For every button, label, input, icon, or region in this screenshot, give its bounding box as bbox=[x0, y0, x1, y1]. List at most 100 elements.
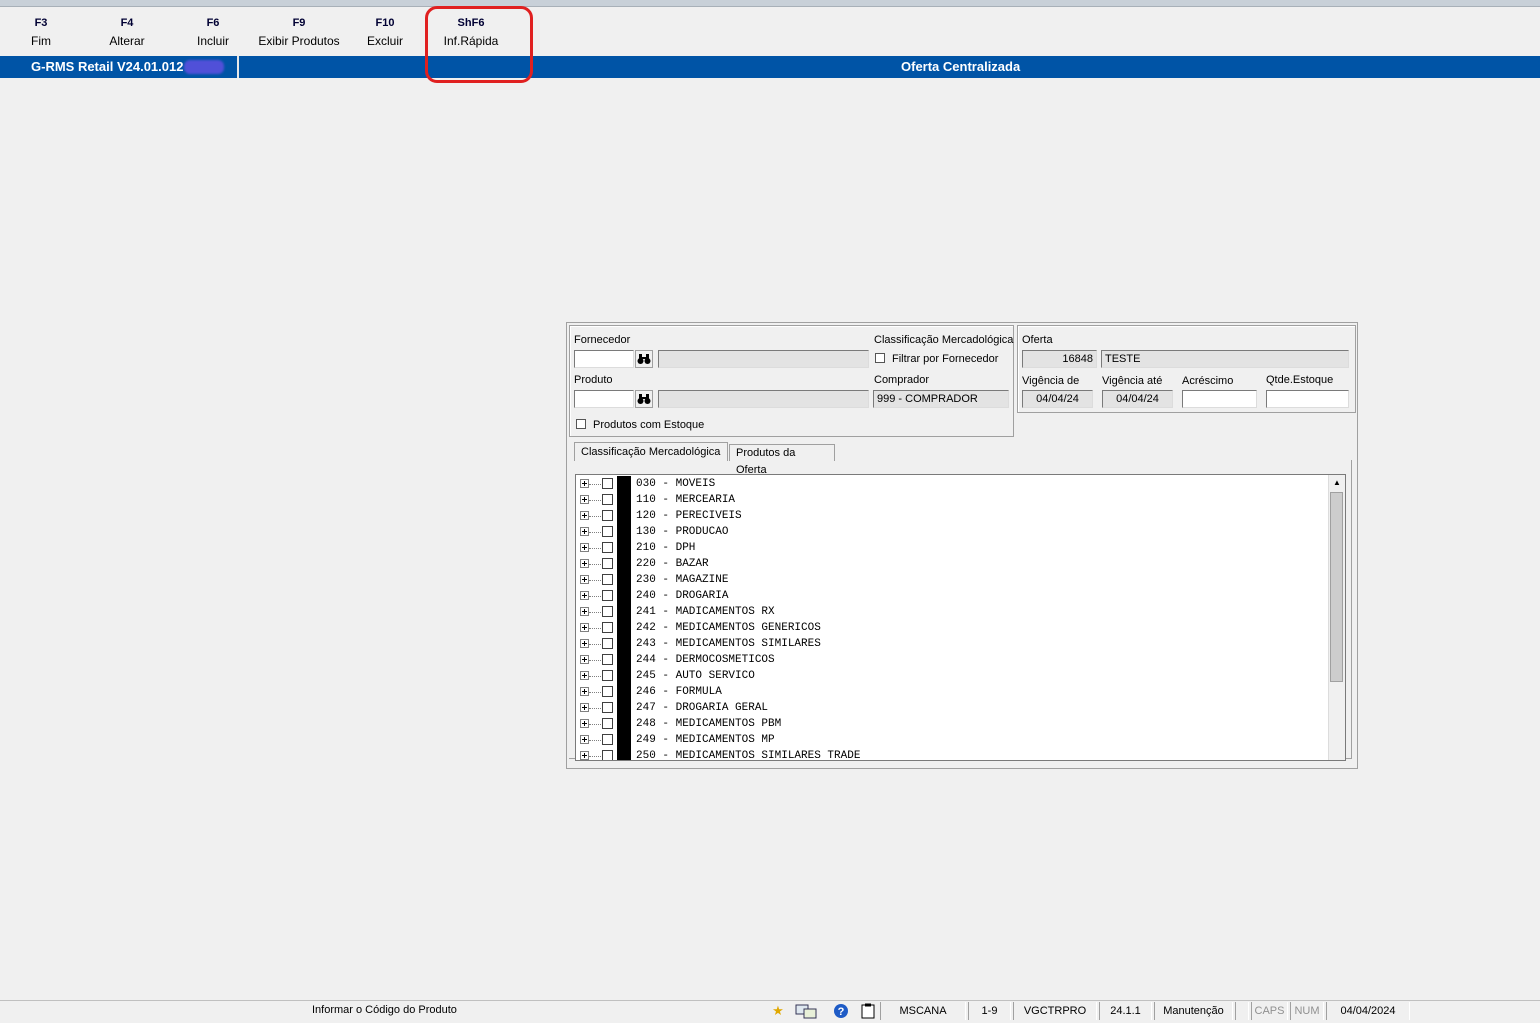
expand-icon[interactable] bbox=[580, 751, 589, 760]
tree-node[interactable]: 246 - FORMULA bbox=[576, 684, 1328, 700]
expand-icon[interactable] bbox=[580, 735, 589, 744]
tree-connector bbox=[589, 596, 601, 597]
f9-exibir-produtos-button[interactable]: F9 Exibir Produtos bbox=[256, 14, 342, 50]
status-message: Informar o Código do Produto bbox=[312, 1004, 457, 1016]
screen-title: Oferta Centralizada bbox=[901, 59, 1021, 74]
tree-node-checkbox[interactable] bbox=[602, 670, 613, 681]
tree-node[interactable]: 247 - DROGARIA GERAL bbox=[576, 700, 1328, 716]
expand-icon[interactable] bbox=[580, 623, 589, 632]
produtos-estoque-label: Produtos com Estoque bbox=[593, 419, 705, 431]
tree-connector bbox=[589, 644, 601, 645]
tree-node[interactable]: 120 - PERECIVEIS bbox=[576, 508, 1328, 524]
expand-icon[interactable] bbox=[580, 559, 589, 568]
tree-node[interactable]: 110 - MERCEARIA bbox=[576, 492, 1328, 508]
star-icon[interactable]: ★ bbox=[769, 1003, 787, 1019]
tree-node-checkbox[interactable] bbox=[602, 718, 613, 729]
tree-node-checkbox[interactable] bbox=[602, 478, 613, 489]
tree-node[interactable]: 220 - BAZAR bbox=[576, 556, 1328, 572]
expand-icon[interactable] bbox=[580, 655, 589, 664]
expand-icon[interactable] bbox=[580, 687, 589, 696]
comprador-field: 999 - COMPRADOR bbox=[873, 390, 1009, 408]
tree-node-checkbox[interactable] bbox=[602, 654, 613, 665]
tree-node[interactable]: 244 - DERMOCOSMETICOS bbox=[576, 652, 1328, 668]
tree-node[interactable]: 030 - MOVEIS bbox=[576, 476, 1328, 492]
fornecedor-search-button[interactable] bbox=[635, 350, 653, 368]
acrescimo-input[interactable] bbox=[1182, 390, 1257, 408]
tree-node[interactable]: 248 - MEDICAMENTOS PBM bbox=[576, 716, 1328, 732]
help-icon[interactable]: ? bbox=[832, 1003, 850, 1019]
tree-node-checkbox[interactable] bbox=[602, 590, 613, 601]
expand-icon[interactable] bbox=[580, 639, 589, 648]
expand-icon[interactable] bbox=[580, 703, 589, 712]
tree-connector bbox=[589, 612, 601, 613]
shf6-inf-rapida-button[interactable]: ShF6 Inf.Rápida bbox=[428, 14, 514, 50]
produto-code-input[interactable] bbox=[574, 390, 634, 408]
tree-node-checkbox[interactable] bbox=[602, 510, 613, 521]
tree-node[interactable]: 249 - MEDICAMENTOS MP bbox=[576, 732, 1328, 748]
tree-node[interactable]: 243 - MEDICAMENTOS SIMILARES bbox=[576, 636, 1328, 652]
tree-node-checkbox[interactable] bbox=[602, 750, 613, 760]
tree-node-label: 241 - MADICAMENTOS RX bbox=[636, 606, 775, 618]
tree-node-label: 250 - MEDICAMENTOS SIMILARES TRADE bbox=[636, 750, 861, 761]
expand-icon[interactable] bbox=[580, 511, 589, 520]
f10-excluir-button[interactable]: F10 Excluir bbox=[342, 14, 428, 50]
tree-node-checkbox[interactable] bbox=[602, 734, 613, 745]
expand-icon[interactable] bbox=[580, 671, 589, 680]
classificacao-tree[interactable]: 030 - MOVEIS 110 - MERCEARIA 120 - PERECIV… bbox=[575, 474, 1346, 761]
node-color-block bbox=[617, 620, 631, 636]
expand-icon[interactable] bbox=[580, 495, 589, 504]
clipboard-icon[interactable] bbox=[859, 1003, 877, 1019]
tree-connector bbox=[589, 484, 601, 485]
f6-incluir-button[interactable]: F6 Incluir bbox=[170, 14, 256, 50]
tree-node[interactable]: 242 - MEDICAMENTOS GENERICOS bbox=[576, 620, 1328, 636]
tree-node-label: 110 - MERCEARIA bbox=[636, 494, 736, 506]
tree-node-checkbox[interactable] bbox=[602, 686, 613, 697]
tree-node[interactable]: 210 - DPH bbox=[576, 540, 1328, 556]
tab-classificacao-mercadologica[interactable]: Classificação Mercadológica bbox=[574, 442, 728, 461]
produto-search-button[interactable] bbox=[635, 390, 653, 408]
tree-node[interactable]: 130 - PRODUCAO bbox=[576, 524, 1328, 540]
oferta-label: Oferta bbox=[1022, 334, 1053, 346]
expand-icon[interactable] bbox=[580, 527, 589, 536]
fornecedor-code-input[interactable] bbox=[574, 350, 634, 368]
scroll-up-icon[interactable]: ▲ bbox=[1329, 475, 1345, 491]
tree-node-checkbox[interactable] bbox=[602, 494, 613, 505]
fornecedor-label: Fornecedor bbox=[574, 334, 631, 346]
tree-node-label: 244 - DERMOCOSMETICOS bbox=[636, 654, 775, 666]
tree-node-checkbox[interactable] bbox=[602, 542, 613, 553]
node-color-block bbox=[617, 684, 631, 700]
f4-alterar-button[interactable]: F4 Alterar bbox=[84, 14, 170, 50]
tree-node-checkbox[interactable] bbox=[602, 558, 613, 569]
tree-node[interactable]: 245 - AUTO SERVICO bbox=[576, 668, 1328, 684]
tree-node[interactable]: 250 - MEDICAMENTOS SIMILARES TRADE bbox=[576, 748, 1328, 761]
tree-node-checkbox[interactable] bbox=[602, 526, 613, 537]
expand-icon[interactable] bbox=[580, 591, 589, 600]
tree-vertical-scrollbar[interactable]: ▲ bbox=[1328, 475, 1345, 760]
tree-node-checkbox[interactable] bbox=[602, 574, 613, 585]
network-icon[interactable] bbox=[793, 1003, 819, 1019]
tree-node[interactable]: 230 - MAGAZINE bbox=[576, 572, 1328, 588]
function-key-toolbar: F3 Fim F4 Alterar F6 Incluir F9 Exibir P… bbox=[0, 14, 1540, 54]
filtrar-fornecedor-checkbox[interactable] bbox=[875, 353, 885, 363]
tree-node-checkbox[interactable] bbox=[602, 606, 613, 617]
tree-node-label: 230 - MAGAZINE bbox=[636, 574, 729, 586]
qtde-estoque-input[interactable] bbox=[1266, 390, 1349, 408]
expand-icon[interactable] bbox=[580, 719, 589, 728]
tree-node-checkbox[interactable] bbox=[602, 622, 613, 633]
f3-fim-button[interactable]: F3 Fim bbox=[0, 14, 84, 50]
tab-produtos-da-oferta[interactable]: Produtos da Oferta bbox=[729, 444, 835, 476]
scroll-thumb[interactable] bbox=[1330, 492, 1343, 682]
expand-icon[interactable] bbox=[580, 575, 589, 584]
filtrar-fornecedor-label: Filtrar por Fornecedor bbox=[892, 353, 999, 365]
status-user: MSCANA bbox=[880, 1002, 966, 1020]
fkey-label: Incluir bbox=[196, 34, 229, 48]
produtos-estoque-checkbox[interactable] bbox=[576, 419, 586, 429]
expand-icon[interactable] bbox=[580, 543, 589, 552]
tree-node[interactable]: 241 - MADICAMENTOS RX bbox=[576, 604, 1328, 620]
node-color-block bbox=[617, 732, 631, 748]
tree-node-checkbox[interactable] bbox=[602, 638, 613, 649]
tree-node[interactable]: 240 - DROGARIA bbox=[576, 588, 1328, 604]
tree-node-checkbox[interactable] bbox=[602, 702, 613, 713]
expand-icon[interactable] bbox=[580, 479, 589, 488]
expand-icon[interactable] bbox=[580, 607, 589, 616]
